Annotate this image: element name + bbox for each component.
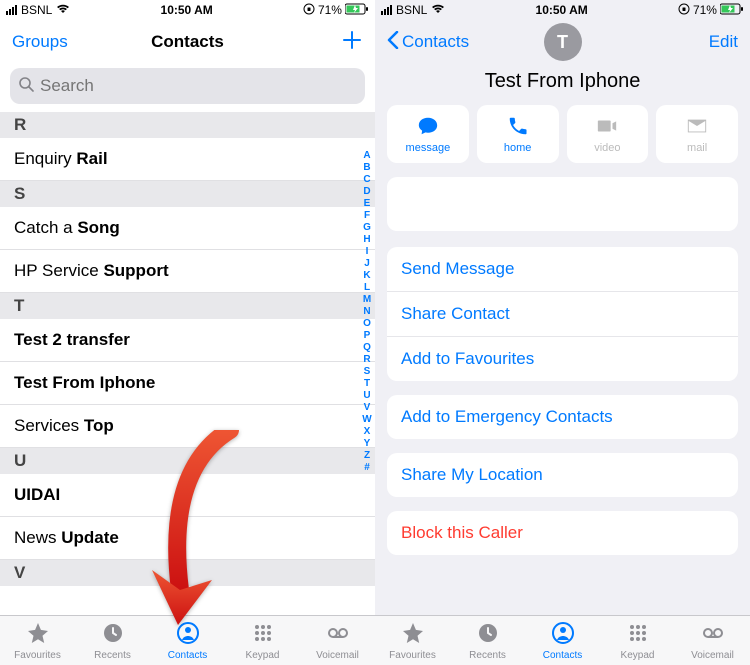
clock-label: 10:50 AM (161, 3, 213, 17)
keypad-icon (251, 621, 275, 648)
action-label: video (594, 142, 620, 154)
tab-label: Contacts (168, 650, 207, 661)
tab-label: Recents (94, 650, 131, 661)
tab-recents[interactable]: Recents (75, 616, 150, 665)
status-bar: BSNL 10:50 AM 71% (375, 0, 750, 20)
contact-row[interactable]: Test From Iphone (0, 362, 375, 405)
keypad-icon (626, 621, 650, 648)
nav-bar: Contacts T Edit (375, 20, 750, 64)
status-bar: BSNL 10:50 AM 71% (0, 0, 375, 20)
wifi-icon (431, 3, 445, 17)
tab-voicemail[interactable]: Voicemail (300, 616, 375, 665)
groups-button[interactable]: Groups (12, 32, 82, 52)
tab-label: Recents (469, 650, 506, 661)
action-label: message (406, 142, 451, 154)
search-field[interactable] (40, 76, 357, 96)
tab-favourites[interactable]: Favourites (375, 616, 450, 665)
battery-icon (720, 3, 744, 18)
message-button[interactable]: message (387, 105, 469, 163)
action-block-this-caller[interactable]: Block this Caller (387, 511, 738, 555)
action-add-to-favourites[interactable]: Add to Favourites (387, 337, 738, 381)
action-share-contact[interactable]: Share Contact (387, 292, 738, 337)
contact-avatar: T (544, 23, 582, 61)
contact-row[interactable]: Test 2 transfer (0, 319, 375, 362)
contact-row[interactable]: HP Service Support (0, 250, 375, 293)
contacts-icon (176, 621, 200, 648)
action-send-message[interactable]: Send Message (387, 247, 738, 292)
contact-row[interactable]: Services Top (0, 405, 375, 448)
chevron-left-icon (387, 31, 399, 54)
tab-favourites[interactable]: Favourites (0, 616, 75, 665)
home-button[interactable]: home (477, 105, 559, 163)
search-input[interactable] (10, 68, 365, 104)
plus-icon (341, 29, 363, 56)
voicemail-icon (701, 621, 725, 648)
back-button[interactable]: Contacts (387, 31, 469, 54)
contact-row[interactable]: Enquiry Rail (0, 138, 375, 181)
tab-keypad[interactable]: Keypad (225, 616, 300, 665)
mail-button: mail (656, 105, 738, 163)
carrier-label: BSNL (396, 3, 427, 17)
edit-button[interactable]: Edit (668, 32, 738, 52)
video-button: video (567, 105, 649, 163)
nav-bar: Groups Contacts (0, 20, 375, 64)
page-title: Contacts (151, 32, 224, 52)
clock-label: 10:50 AM (536, 3, 588, 17)
favourites-icon (401, 621, 425, 648)
action-share-my-location[interactable]: Share My Location (387, 453, 738, 497)
recents-icon (101, 621, 125, 648)
home-icon (507, 115, 529, 140)
alphabet-index[interactable]: ABCDEFGHIJKLMNOPQRSTUVWXYZ# (360, 150, 374, 474)
tab-voicemail[interactable]: Voicemail (675, 616, 750, 665)
tab-contacts[interactable]: Contacts (150, 616, 225, 665)
section-header-S: S (0, 181, 375, 207)
signal-icon (6, 5, 17, 15)
rotation-lock-icon (303, 3, 315, 18)
carrier-label: BSNL (21, 3, 52, 17)
signal-icon (381, 5, 392, 15)
action-add-to-emergency-contacts[interactable]: Add to Emergency Contacts (387, 395, 738, 439)
tab-contacts[interactable]: Contacts (525, 616, 600, 665)
wifi-icon (56, 3, 70, 17)
contact-row[interactable]: News Update (0, 517, 375, 560)
section-header-T: T (0, 293, 375, 319)
favourites-icon (26, 621, 50, 648)
tab-recents[interactable]: Recents (450, 616, 525, 665)
contact-name: Test From Iphone (375, 70, 750, 93)
tab-label: Keypad (246, 650, 280, 661)
rotation-lock-icon (678, 3, 690, 18)
tab-label: Favourites (14, 650, 61, 661)
action-label: mail (687, 142, 707, 154)
tab-label: Contacts (543, 650, 582, 661)
contact-row[interactable]: Catch a Song (0, 207, 375, 250)
info-card (387, 177, 738, 231)
tab-keypad[interactable]: Keypad (600, 616, 675, 665)
contact-row[interactable]: UIDAI (0, 474, 375, 517)
section-header-R: R (0, 112, 375, 138)
action-label: home (504, 142, 532, 154)
tab-label: Favourites (389, 650, 436, 661)
add-contact-button[interactable] (293, 29, 363, 56)
tab-label: Voicemail (316, 650, 359, 661)
voicemail-icon (326, 621, 350, 648)
battery-label: 71% (693, 3, 717, 17)
mail-icon (686, 115, 708, 140)
search-icon (18, 76, 40, 97)
tab-label: Voicemail (691, 650, 734, 661)
contacts-icon (551, 621, 575, 648)
section-header-V: V (0, 560, 375, 586)
battery-icon (345, 3, 369, 18)
battery-label: 71% (318, 3, 342, 17)
tab-label: Keypad (621, 650, 655, 661)
recents-icon (476, 621, 500, 648)
section-header-U: U (0, 448, 375, 474)
video-icon (596, 115, 618, 140)
message-icon (417, 115, 439, 140)
